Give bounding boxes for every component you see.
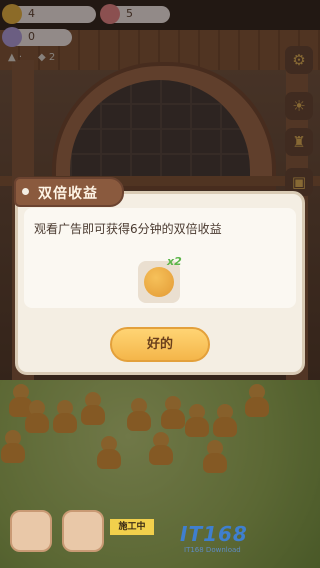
watermark-text: IT168 [180,522,248,546]
construction-label: 施工中 [110,519,154,535]
watermark-subtext: IT168 Download [184,546,241,554]
reward-multiplier: x2 [167,255,182,268]
tag-hole [22,188,29,195]
dialog-title: 双倍收益 [38,186,98,202]
watermark: IT168 IT168 Download [158,520,308,556]
recipe-button[interactable] [62,510,104,552]
confirm-button[interactable]: 好的 [110,327,210,362]
dialog-title-tag: 双倍收益 [14,177,124,207]
house-button[interactable] [10,510,52,552]
dialog-message: 观看广告即可获得6分钟的双倍收益 [34,222,222,236]
cookie-reward-icon [144,267,174,297]
